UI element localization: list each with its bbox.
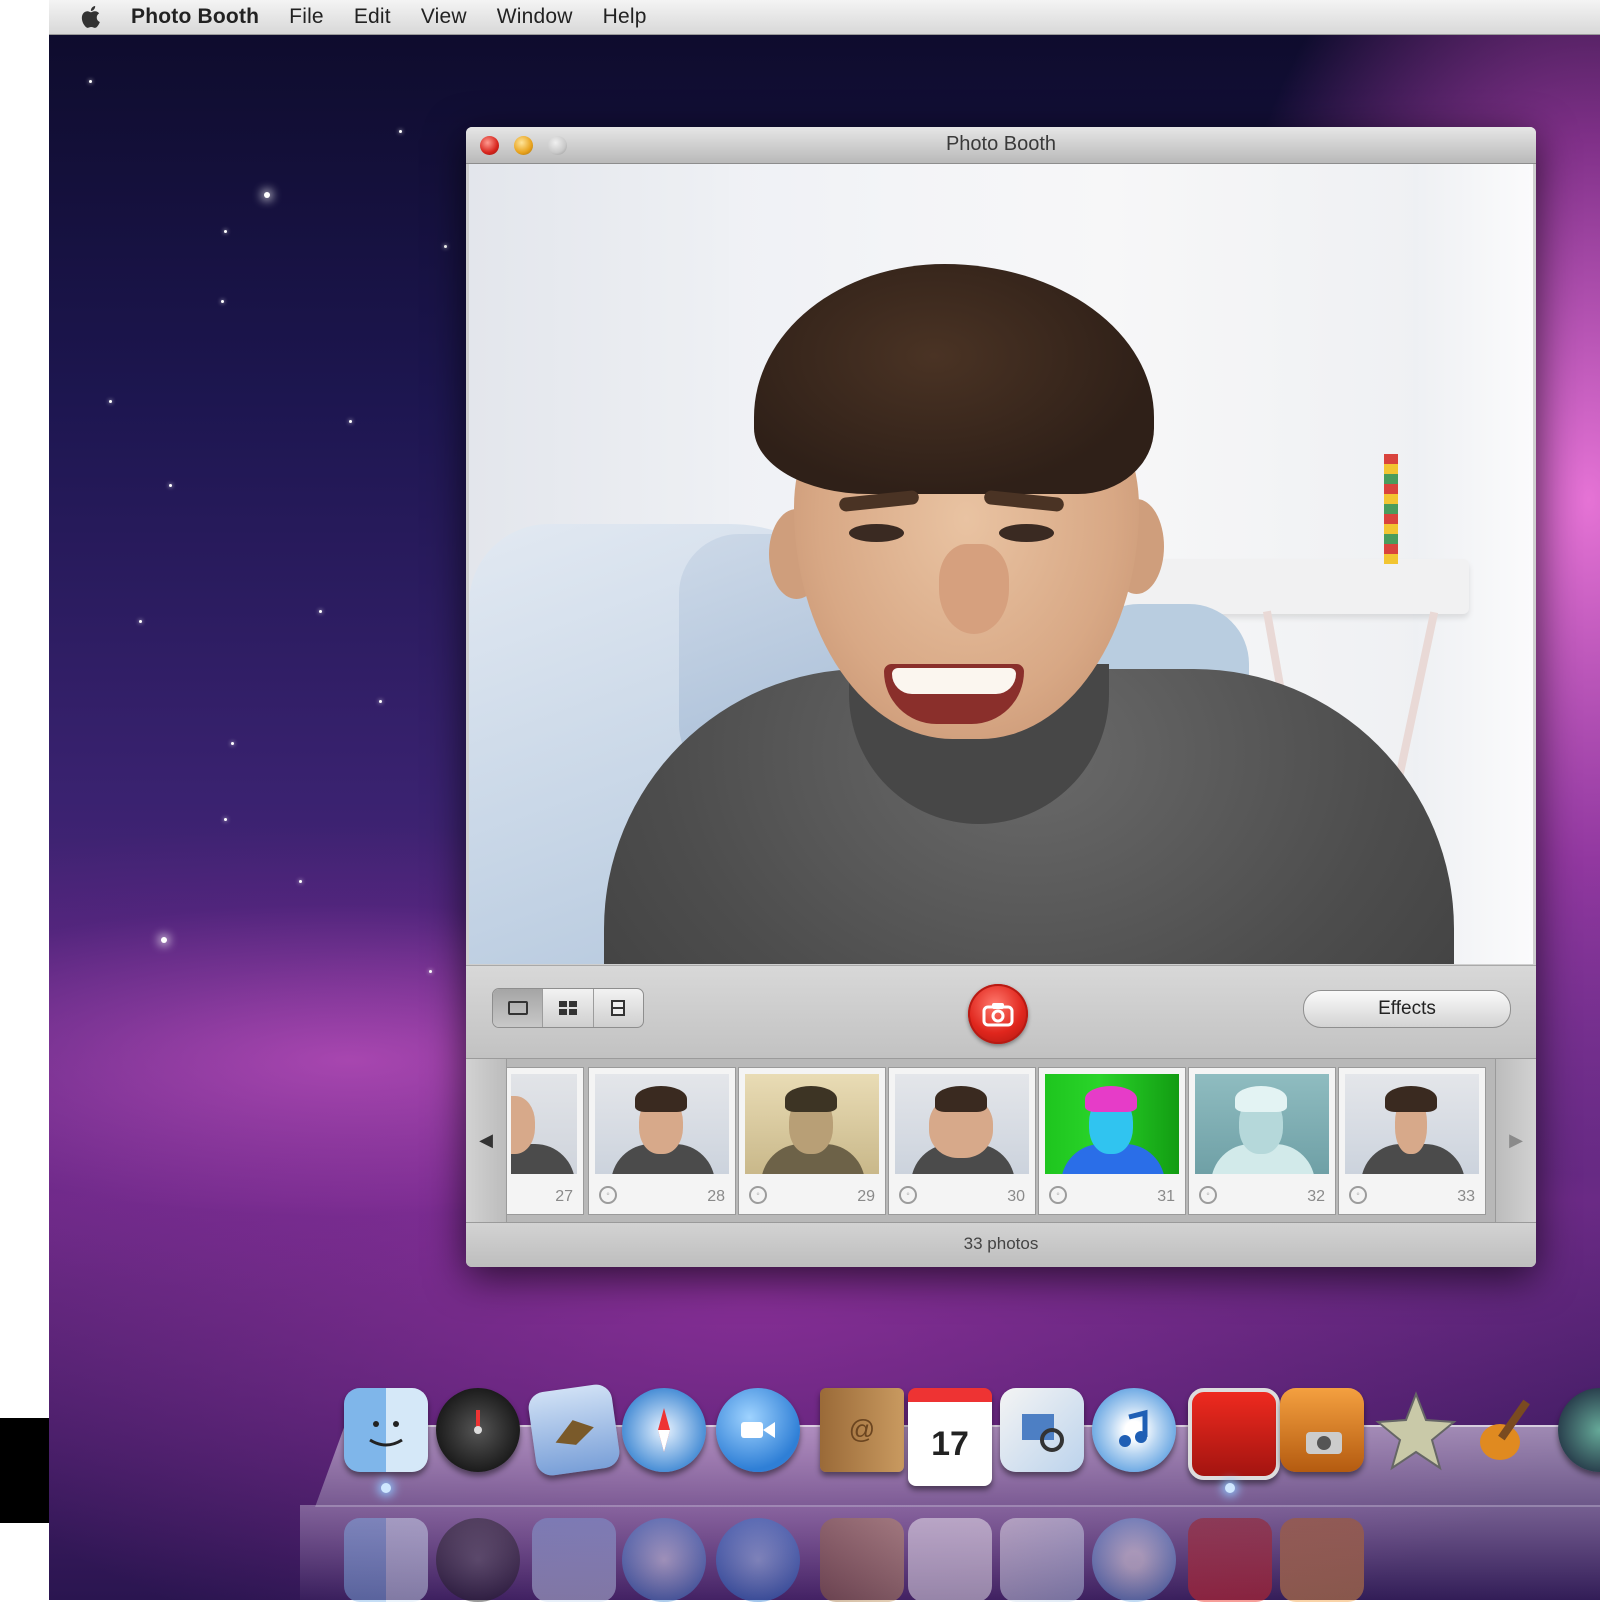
safari-icon-reflection (622, 1518, 706, 1602)
thumbnail-number: 31 (1157, 1188, 1175, 1205)
movie-clip-icon[interactable] (594, 989, 643, 1027)
iphoto-icon[interactable] (1280, 1388, 1364, 1472)
preview-icon[interactable] (1000, 1388, 1084, 1472)
single-photo-icon[interactable] (493, 989, 544, 1027)
effects-button[interactable]: Effects (1303, 990, 1511, 1028)
mail-icon-reflection (532, 1518, 616, 1602)
scroll-left-icon[interactable]: ◀ (466, 1059, 507, 1222)
menu-bar: Photo Booth File Edit View Window Help (49, 0, 1600, 35)
finder-icon[interactable] (344, 1388, 428, 1472)
safari-icon[interactable] (622, 1388, 706, 1472)
thumbnail-number: 32 (1307, 1188, 1325, 1205)
menu-app-name[interactable]: Photo Booth (131, 5, 259, 29)
itunes-icon[interactable] (1092, 1388, 1176, 1472)
thumbnail-32[interactable]: ◦ 32 (1188, 1067, 1336, 1215)
control-bar: Effects (466, 965, 1536, 1058)
finder-icon-reflection (344, 1518, 428, 1602)
svg-text:@: @ (849, 1414, 875, 1444)
scroll-right-icon[interactable]: ▶ (1495, 1059, 1536, 1222)
left-margin (0, 0, 49, 1600)
thumbnail-number: 33 (1457, 1188, 1475, 1205)
menu-window[interactable]: Window (497, 5, 573, 29)
ical-icon-reflection (908, 1518, 992, 1602)
camera-icon (982, 1003, 1014, 1027)
photo-booth-icon-reflection (1188, 1518, 1272, 1602)
photo-action-icon[interactable]: ◦ (899, 1186, 917, 1204)
dashboard-icon[interactable] (436, 1388, 520, 1472)
camera-preview (469, 164, 1533, 964)
photo-count-status: 33 photos (466, 1222, 1536, 1267)
window-title: Photo Booth (945, 133, 1057, 155)
left-black-bar (0, 1418, 49, 1523)
photo-action-icon[interactable]: ◦ (1049, 1186, 1067, 1204)
menu-edit[interactable]: Edit (354, 5, 391, 29)
dashboard-icon-reflection (436, 1518, 520, 1602)
imovie-icon[interactable] (1374, 1388, 1458, 1472)
thumbnail-number: 30 (1007, 1188, 1025, 1205)
address-book-icon[interactable]: @ (820, 1388, 904, 1472)
apple-logo-icon[interactable] (79, 4, 105, 30)
thumbnail-27[interactable]: 27 (506, 1067, 584, 1215)
thumbnail-number: 28 (707, 1188, 725, 1205)
address-book-icon-reflection (820, 1518, 904, 1602)
thumbnail-number: 27 (555, 1188, 573, 1205)
preview-icon-reflection (1000, 1518, 1084, 1602)
menu-view[interactable]: View (421, 5, 467, 29)
thumbnail-33[interactable]: ◦ 33 (1338, 1067, 1486, 1215)
person-in-preview (469, 164, 1533, 964)
ichat-icon[interactable] (716, 1388, 800, 1472)
photo-booth-icon[interactable] (1188, 1388, 1280, 1480)
mail-icon[interactable] (526, 1382, 622, 1478)
iphoto-icon-reflection (1280, 1518, 1364, 1602)
menu-file[interactable]: File (289, 5, 324, 29)
photo-action-icon[interactable]: ◦ (749, 1186, 767, 1204)
photo-booth-running-indicator (1225, 1483, 1235, 1493)
photo-booth-window: Photo Booth Effects ◀ 27 ◦ 28 ◦ 29 ◦ 30 … (466, 127, 1536, 1267)
take-photo-button[interactable] (968, 984, 1028, 1044)
photo-filmstrip: ◀ 27 ◦ 28 ◦ 29 ◦ 30 ◦ 31 ◦ 32 ◦ 33 ▶ (466, 1058, 1536, 1222)
thumbnail-28[interactable]: ◦ 28 (588, 1067, 736, 1215)
photo-action-icon[interactable]: ◦ (1349, 1186, 1367, 1204)
ical-icon[interactable]: 17 (908, 1388, 992, 1486)
thumbnail-31[interactable]: ◦ 31 (1038, 1067, 1186, 1215)
thumbnail-number: 29 (857, 1188, 875, 1205)
calendar-day: 17 (931, 1424, 969, 1463)
garageband-icon[interactable] (1466, 1388, 1550, 1472)
itunes-icon-reflection (1092, 1518, 1176, 1602)
window-titlebar[interactable]: Photo Booth (466, 127, 1536, 164)
photo-action-icon[interactable]: ◦ (599, 1186, 617, 1204)
finder-running-indicator (381, 1483, 391, 1493)
view-mode-selector (492, 988, 644, 1028)
ichat-icon-reflection (716, 1518, 800, 1602)
menu-help[interactable]: Help (603, 5, 647, 29)
four-up-icon[interactable] (543, 989, 594, 1027)
thumbnail-29[interactable]: ◦ 29 (738, 1067, 886, 1215)
photo-action-icon[interactable]: ◦ (1199, 1186, 1217, 1204)
thumbnail-30[interactable]: ◦ 30 (888, 1067, 1036, 1215)
